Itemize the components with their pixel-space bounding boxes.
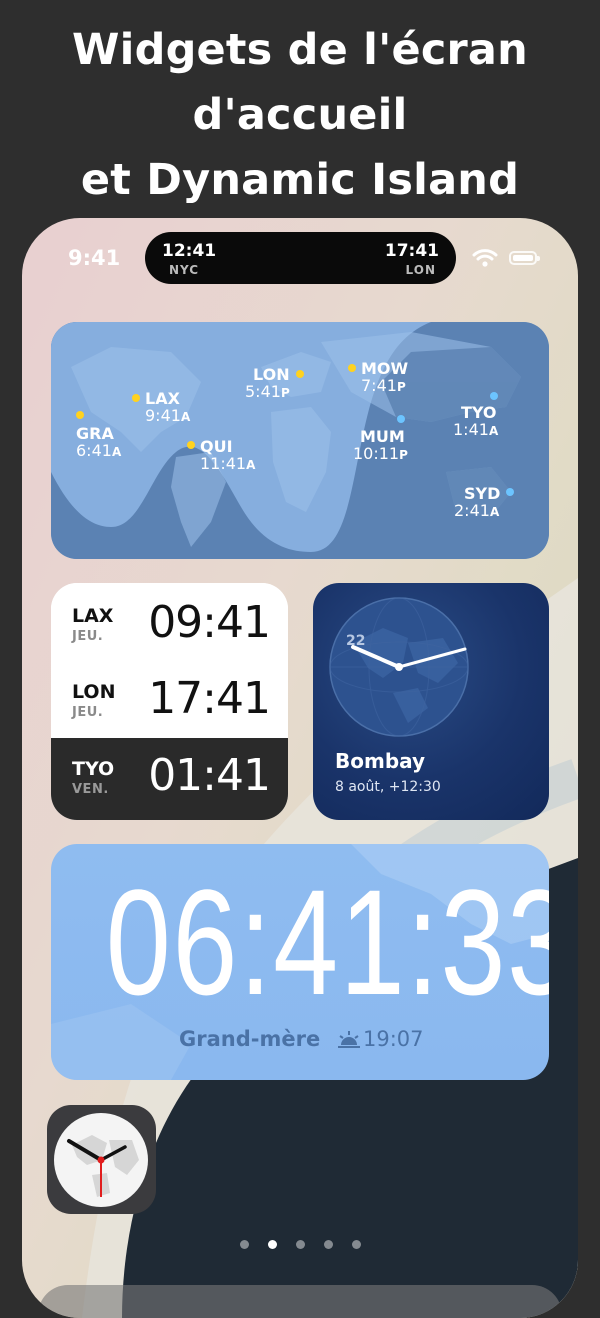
city-dot-lon (296, 370, 304, 378)
city-lon-ampm: P (280, 386, 290, 400)
island-right-time: 17:41 (384, 241, 439, 261)
city-lon: LON 5:41P (245, 365, 290, 401)
city-tyo-time-value: 1:41 (453, 420, 489, 439)
city-dot-tyo (490, 392, 498, 400)
headline: Widgets de l'écran d'accueil et Dynamic … (0, 18, 600, 213)
city-mum: MUM 10:11P (353, 427, 408, 463)
headline-line-2: d'accueil (192, 90, 408, 140)
digital-clock-widget[interactable]: 06:41:33 Grand-mère 19:07 (51, 844, 549, 1080)
world-clock-icon (54, 1113, 148, 1207)
city-mow-ampm: P (396, 380, 406, 394)
clock-label: Grand-mère (179, 1027, 321, 1051)
city-gra-time-value: 6:41 (76, 441, 112, 460)
page-dot[interactable] (240, 1240, 249, 1249)
city-mow-time: 7:41P (361, 376, 408, 395)
row-lax-time: 09:41 (148, 597, 271, 648)
row-lon-time: 17:41 (148, 673, 271, 724)
row-lon-code: LON (72, 681, 116, 703)
multi-city-widget[interactable]: LAX JEU. 09:41 LON JEU. 17:41 TYO VEN. 0… (51, 583, 288, 820)
world-map (51, 322, 549, 559)
page-dot[interactable] (296, 1240, 305, 1249)
city-lon-time-value: 5:41 (245, 382, 281, 401)
dial-number: 22 (346, 633, 366, 649)
status-time: 9:41 (68, 246, 121, 270)
city-mow: MOW 7:41P (361, 359, 408, 395)
city-qui: QUI 11:41A (200, 437, 255, 473)
phone-screen: 9:41 12:41 NYC 17:41 LON GRA 6:41A LAX 9… (22, 218, 578, 1318)
row-tyo-code: TYO (72, 758, 115, 780)
city-row-tyo: TYO VEN. 01:41 (51, 738, 288, 820)
row-lax-code: LAX (72, 605, 114, 627)
city-lax-time-value: 9:41 (145, 406, 181, 425)
wifi-icon (472, 249, 498, 267)
sunset-time: 19:07 (363, 1027, 424, 1051)
city-mum-ampm: P (399, 448, 408, 462)
row-tyo-day: VEN. (72, 782, 109, 797)
world-clock-app-icon[interactable] (47, 1105, 156, 1214)
city-dot-mum (397, 415, 405, 423)
globe-clock-dial (329, 597, 469, 737)
island-left-time: 12:41 (162, 241, 217, 261)
battery-icon (509, 251, 540, 265)
city-tyo: TYO 1:41A (453, 403, 498, 439)
city-mum-time-value: 10:11 (353, 444, 400, 463)
city-gra-ampm: A (111, 445, 122, 459)
sunset-icon (337, 1030, 361, 1055)
island-left-city: NYC (169, 263, 200, 277)
city-syd-ampm: A (489, 505, 500, 519)
city-mum-time: 10:11P (353, 444, 408, 463)
row-lon-day: JEU. (72, 705, 104, 720)
city-gra: GRA 6:41A (76, 424, 121, 460)
city-gra-time: 6:41A (76, 441, 121, 460)
page-dot-active[interactable] (268, 1240, 277, 1249)
dynamic-island[interactable]: 12:41 NYC 17:41 LON (145, 232, 456, 284)
page-dot[interactable] (352, 1240, 361, 1249)
city-dot-lax (132, 394, 140, 402)
city-lon-time: 5:41P (245, 382, 290, 401)
city-lax-ampm: A (180, 410, 191, 424)
city-syd: SYD 2:41A (454, 484, 500, 520)
row-tyo-time: 01:41 (148, 750, 271, 801)
city-syd-time-value: 2:41 (454, 501, 490, 520)
headline-line-3: et Dynamic Island (80, 155, 520, 205)
city-dot-gra (76, 411, 84, 419)
city-lax: LAX 9:41A (145, 389, 190, 425)
city-qui-time-value: 11:41 (200, 454, 247, 473)
world-map-widget[interactable]: GRA 6:41A LAX 9:41A QUI 11:41A LON 5:41P… (51, 322, 549, 559)
bombay-city-name: Bombay (335, 749, 426, 773)
city-dot-qui (187, 441, 195, 449)
bombay-date-offset: 8 août, +12:30 (335, 779, 441, 795)
city-syd-time: 2:41A (454, 501, 500, 520)
headline-line-1: Widgets de l'écran (72, 25, 528, 75)
row-lax-day: JEU. (72, 629, 104, 644)
city-qui-ampm: A (246, 458, 256, 472)
island-right-city: LON (405, 263, 436, 277)
dock (38, 1285, 562, 1318)
page-dot[interactable] (324, 1240, 333, 1249)
city-row-lax: LAX JEU. 09:41 (51, 583, 288, 659)
bombay-clock-widget[interactable]: 22 Bombay 8 août, +12:30 (313, 583, 549, 820)
city-row-lon: LON JEU. 17:41 (51, 659, 288, 735)
city-mow-time-value: 7:41 (361, 376, 397, 395)
city-qui-time: 11:41A (200, 454, 255, 473)
city-lax-time: 9:41A (145, 406, 190, 425)
city-tyo-time: 1:41A (453, 420, 498, 439)
city-tyo-ampm: A (488, 424, 499, 438)
city-dot-syd (506, 488, 514, 496)
city-dot-mow (348, 364, 356, 372)
digital-time: 06:41:33 (105, 858, 549, 1026)
